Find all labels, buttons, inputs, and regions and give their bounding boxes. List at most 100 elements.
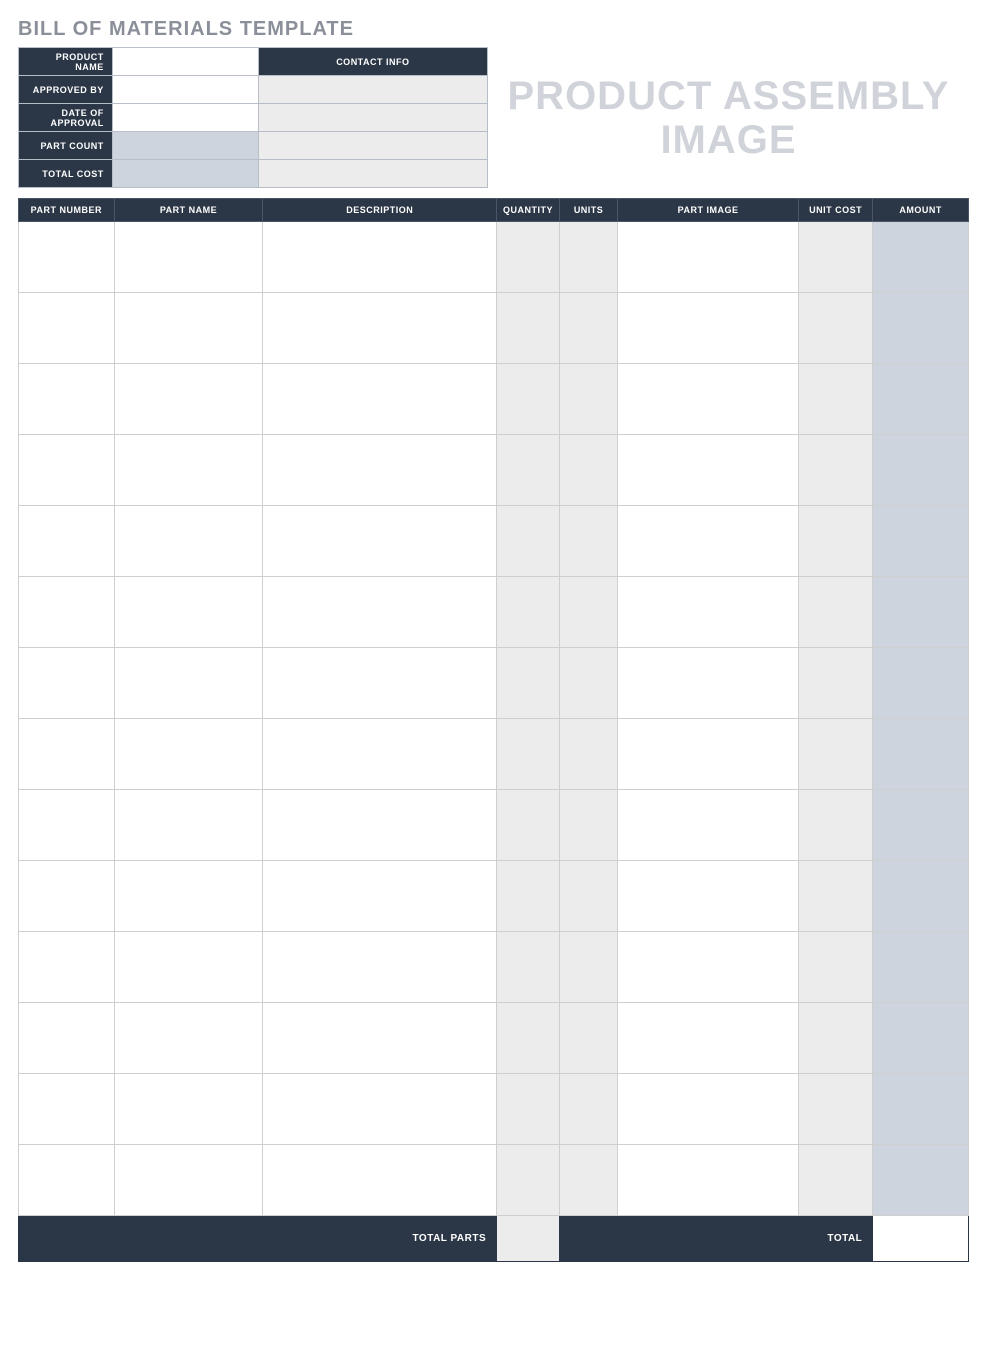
cell-units[interactable]: [559, 222, 617, 293]
cell-description[interactable]: [263, 1003, 497, 1074]
cell-quantity[interactable]: [497, 861, 560, 932]
cell-description[interactable]: [263, 222, 497, 293]
cell-part-number[interactable]: [19, 1145, 115, 1216]
cell-part-number[interactable]: [19, 577, 115, 648]
cell-amount[interactable]: [873, 932, 969, 1003]
cell-unit-cost[interactable]: [798, 648, 872, 719]
cell-unit-cost[interactable]: [798, 577, 872, 648]
cell-part-name[interactable]: [114, 506, 263, 577]
assembly-image-placeholder[interactable]: PRODUCT ASSEMBLY IMAGE: [488, 47, 969, 188]
cell-unit-cost[interactable]: [798, 293, 872, 364]
cell-units[interactable]: [559, 577, 617, 648]
cell-part-image[interactable]: [618, 1003, 799, 1074]
cell-description[interactable]: [263, 1145, 497, 1216]
cell-units[interactable]: [559, 719, 617, 790]
cell-units[interactable]: [559, 932, 617, 1003]
part-count-field[interactable]: [112, 132, 258, 160]
cell-part-image[interactable]: [618, 435, 799, 506]
cell-part-number[interactable]: [19, 364, 115, 435]
cell-amount[interactable]: [873, 293, 969, 364]
cell-unit-cost[interactable]: [798, 506, 872, 577]
cell-part-name[interactable]: [114, 577, 263, 648]
cell-part-number[interactable]: [19, 1074, 115, 1145]
cell-part-image[interactable]: [618, 719, 799, 790]
cell-part-image[interactable]: [618, 222, 799, 293]
cell-units[interactable]: [559, 1003, 617, 1074]
cell-part-name[interactable]: [114, 719, 263, 790]
cell-description[interactable]: [263, 435, 497, 506]
cell-part-number[interactable]: [19, 435, 115, 506]
cell-quantity[interactable]: [497, 435, 560, 506]
cell-unit-cost[interactable]: [798, 861, 872, 932]
cell-units[interactable]: [559, 364, 617, 435]
cell-part-number[interactable]: [19, 932, 115, 1003]
cell-part-number[interactable]: [19, 1003, 115, 1074]
cell-part-image[interactable]: [618, 577, 799, 648]
cell-amount[interactable]: [873, 1074, 969, 1145]
cell-part-name[interactable]: [114, 1003, 263, 1074]
cell-quantity[interactable]: [497, 1003, 560, 1074]
cell-description[interactable]: [263, 1074, 497, 1145]
cell-part-number[interactable]: [19, 222, 115, 293]
cell-unit-cost[interactable]: [798, 790, 872, 861]
cell-part-image[interactable]: [618, 1145, 799, 1216]
cell-units[interactable]: [559, 435, 617, 506]
cell-part-image[interactable]: [618, 790, 799, 861]
cell-quantity[interactable]: [497, 577, 560, 648]
cell-units[interactable]: [559, 293, 617, 364]
cell-description[interactable]: [263, 861, 497, 932]
cell-part-image[interactable]: [618, 293, 799, 364]
cell-part-name[interactable]: [114, 435, 263, 506]
cell-quantity[interactable]: [497, 790, 560, 861]
cell-quantity[interactable]: [497, 506, 560, 577]
cell-part-name[interactable]: [114, 1145, 263, 1216]
cell-unit-cost[interactable]: [798, 222, 872, 293]
cell-part-number[interactable]: [19, 648, 115, 719]
cell-part-image[interactable]: [618, 364, 799, 435]
total-cost-field[interactable]: [112, 160, 258, 188]
cell-part-image[interactable]: [618, 932, 799, 1003]
cell-amount[interactable]: [873, 719, 969, 790]
approved-by-field[interactable]: [112, 76, 258, 104]
cell-part-number[interactable]: [19, 506, 115, 577]
cell-part-name[interactable]: [114, 364, 263, 435]
cell-part-number[interactable]: [19, 861, 115, 932]
cell-description[interactable]: [263, 293, 497, 364]
cell-part-name[interactable]: [114, 861, 263, 932]
cell-part-name[interactable]: [114, 1074, 263, 1145]
contact-field-1[interactable]: [258, 76, 487, 104]
cell-units[interactable]: [559, 1145, 617, 1216]
product-name-field[interactable]: [112, 48, 258, 76]
cell-part-name[interactable]: [114, 790, 263, 861]
cell-description[interactable]: [263, 790, 497, 861]
contact-field-3[interactable]: [258, 132, 487, 160]
cell-amount[interactable]: [873, 648, 969, 719]
cell-quantity[interactable]: [497, 932, 560, 1003]
cell-quantity[interactable]: [497, 293, 560, 364]
cell-units[interactable]: [559, 1074, 617, 1145]
cell-part-number[interactable]: [19, 790, 115, 861]
cell-part-name[interactable]: [114, 932, 263, 1003]
date-approval-field[interactable]: [112, 104, 258, 132]
contact-field-2[interactable]: [258, 104, 487, 132]
cell-part-image[interactable]: [618, 1074, 799, 1145]
cell-part-image[interactable]: [618, 648, 799, 719]
cell-description[interactable]: [263, 648, 497, 719]
cell-unit-cost[interactable]: [798, 1145, 872, 1216]
cell-quantity[interactable]: [497, 648, 560, 719]
cell-description[interactable]: [263, 577, 497, 648]
cell-quantity[interactable]: [497, 1074, 560, 1145]
cell-units[interactable]: [559, 648, 617, 719]
cell-unit-cost[interactable]: [798, 364, 872, 435]
cell-amount[interactable]: [873, 861, 969, 932]
cell-unit-cost[interactable]: [798, 1003, 872, 1074]
cell-part-name[interactable]: [114, 293, 263, 364]
cell-unit-cost[interactable]: [798, 1074, 872, 1145]
cell-units[interactable]: [559, 861, 617, 932]
cell-part-number[interactable]: [19, 293, 115, 364]
cell-amount[interactable]: [873, 1145, 969, 1216]
cell-amount[interactable]: [873, 435, 969, 506]
cell-unit-cost[interactable]: [798, 435, 872, 506]
cell-quantity[interactable]: [497, 719, 560, 790]
cell-description[interactable]: [263, 364, 497, 435]
